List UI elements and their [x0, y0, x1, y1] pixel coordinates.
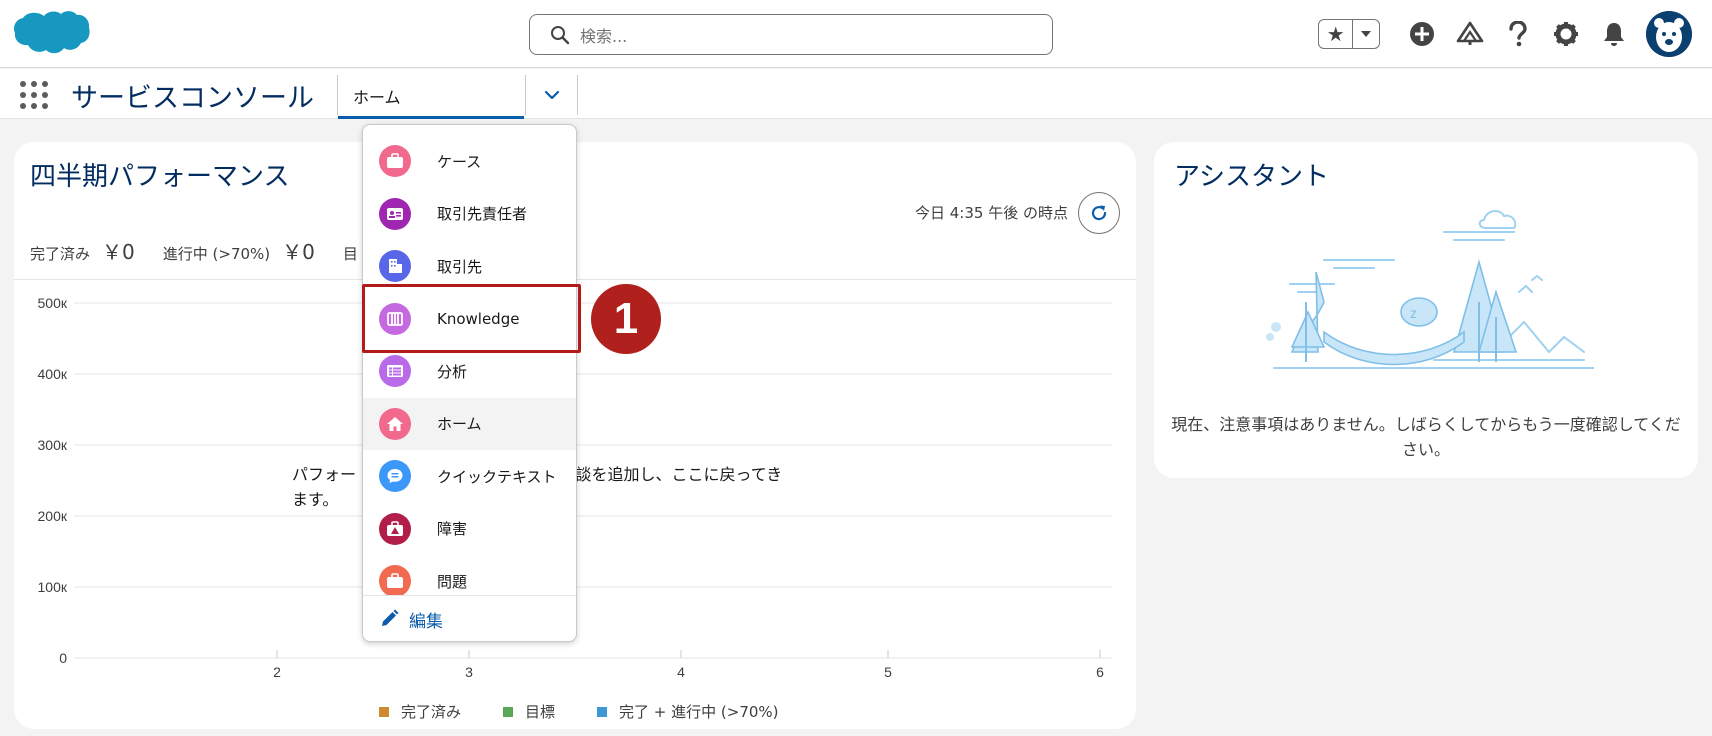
case-icon — [379, 145, 411, 178]
menu-item-cases[interactable]: ケース — [363, 135, 576, 188]
setup-button[interactable] — [1542, 14, 1590, 54]
refresh-button[interactable] — [1078, 192, 1120, 234]
x-tick-label: 2 — [273, 664, 281, 680]
chevron-down-icon — [544, 90, 559, 100]
problem-icon — [379, 565, 411, 595]
y-tick-label: 200к — [38, 508, 68, 524]
y-tick-label: 100к — [38, 579, 68, 595]
metric-label-goal: 目 — [342, 245, 358, 263]
legend-swatch — [503, 706, 514, 717]
home-icon — [379, 407, 411, 440]
assistant-empty-message: 現在、注意事項はありません。しばらくしてからもう一度確認してください。 — [1171, 415, 1681, 459]
empty-chart-message-part1: パフォー — [292, 465, 357, 484]
legend-item-closed: 完了済み — [379, 701, 461, 722]
as-of-timestamp: 今日 4:35 午後 の時点 — [915, 204, 1068, 222]
navigation-menu-current[interactable]: ホーム — [338, 75, 524, 119]
chevron-down-icon — [1361, 31, 1372, 37]
chart-legend: 完了済み 目標 完了 + 進行中 (>70%) — [379, 701, 821, 722]
svg-text:z: z — [1410, 305, 1417, 321]
menu-item-label: 取引先責任者 — [437, 205, 528, 224]
navigation-menu-toggle[interactable] — [525, 75, 578, 115]
trailhead-button[interactable] — [1446, 14, 1494, 54]
global-actions-button[interactable] — [1398, 14, 1446, 54]
global-search[interactable]: 検索... — [529, 14, 1053, 55]
favorites-dropdown-button[interactable] — [1352, 20, 1379, 48]
highlight-box — [362, 284, 581, 353]
y-tick-label: 0 — [59, 650, 67, 666]
user-avatar-icon — [1646, 11, 1692, 57]
metric-label-open: 進行中 (>70%) — [162, 245, 271, 263]
camping-illustration: z — [1266, 210, 1594, 369]
favorites-group: ★ — [1318, 19, 1380, 49]
y-tick-label: 500к — [38, 295, 68, 311]
app-launcher-icon[interactable] — [20, 81, 48, 109]
refresh-icon — [1091, 205, 1107, 221]
menu-item-label: 分析 — [437, 362, 468, 381]
legend-item-closed-plus-open: 完了 + 進行中 (>70%) — [597, 701, 779, 722]
y-tick-label: 400к — [38, 366, 68, 382]
help-button[interactable] — [1494, 14, 1542, 54]
menu-item-contacts[interactable]: 取引先責任者 — [363, 188, 576, 241]
search-placeholder: 検索... — [580, 26, 628, 46]
global-header: 検索... ★ — [0, 0, 1712, 68]
menu-item-problems[interactable]: 問題 — [363, 555, 576, 595]
empty-chart-message-part3: ます。 — [292, 490, 339, 509]
x-tick-label: 4 — [677, 664, 685, 680]
x-tick-label: 3 — [465, 664, 473, 680]
menu-item-label: ホーム — [437, 415, 482, 434]
edit-menu-button[interactable]: 編集 — [379, 599, 443, 639]
menu-item-quick-text[interactable]: クイックテキスト — [363, 450, 576, 503]
navigation-dropdown-menu: ケース 取引先責任者 取引先 Knowledge 分析 ホーム クイックテキスト… — [362, 124, 577, 642]
legend-swatch — [379, 706, 389, 717]
star-icon[interactable]: ★ — [1319, 20, 1352, 48]
metric-value-closed: ￥0 — [102, 240, 135, 264]
trailhead-icon — [1456, 21, 1484, 45]
incident-icon — [379, 512, 411, 545]
x-tick-label: 6 — [1096, 664, 1104, 680]
menu-item-label: ケース — [437, 152, 482, 171]
gear-icon — [1554, 22, 1578, 46]
quick-text-icon — [379, 460, 411, 493]
card-title: アシスタント — [1174, 162, 1329, 192]
contact-icon — [379, 197, 411, 230]
menu-item-label: 取引先 — [437, 257, 483, 276]
metric-value-open: ￥0 — [282, 240, 315, 264]
edit-label: 編集 — [409, 611, 443, 632]
header-actions: ★ — [1318, 10, 1692, 58]
performance-metrics: 完了済み ￥0 進行中 (>70%) ￥0 目 — [30, 236, 358, 265]
x-tick-label: 5 — [884, 664, 892, 680]
notifications-button[interactable] — [1590, 14, 1638, 54]
legend-swatch — [597, 706, 608, 717]
menu-item-incidents[interactable]: 障害 — [363, 503, 576, 556]
legend-label: 目標 — [525, 703, 556, 721]
menu-item-label: 問題 — [437, 572, 468, 591]
metric-label-closed: 完了済み — [30, 245, 91, 263]
card-title: 四半期パフォーマンス — [30, 162, 290, 192]
step-number-badge: 1 — [591, 284, 661, 354]
help-icon — [1509, 21, 1527, 47]
menu-item-label: クイックテキスト — [437, 467, 557, 486]
search-icon — [551, 25, 570, 44]
bell-icon — [1604, 23, 1624, 46]
menu-item-home[interactable]: ホーム — [363, 397, 576, 450]
divider — [363, 595, 576, 596]
assistant-card: アシスタント z 現在、注意事項はありません。しばらくしてからもう一度確認してく… — [1154, 142, 1698, 478]
analytics-icon — [379, 355, 411, 388]
legend-item-goal: 目標 — [503, 701, 555, 722]
pencil-icon — [382, 609, 399, 626]
y-tick-label: 300к — [38, 437, 68, 453]
navigation-menu-list: ケース 取引先責任者 取引先 Knowledge 分析 ホーム クイックテキスト… — [363, 135, 576, 595]
menu-item-label: 障害 — [437, 520, 468, 539]
legend-label: 完了 + 進行中 (>70%) — [619, 703, 779, 721]
add-icon — [1410, 22, 1434, 46]
app-name: サービスコンソール — [71, 83, 314, 114]
account-icon — [379, 250, 411, 283]
legend-label: 完了済み — [401, 703, 462, 721]
avatar[interactable] — [1646, 11, 1692, 57]
app-navigation-bar: サービスコンソール ホーム — [0, 69, 1712, 119]
salesforce-logo[interactable] — [12, 8, 90, 62]
